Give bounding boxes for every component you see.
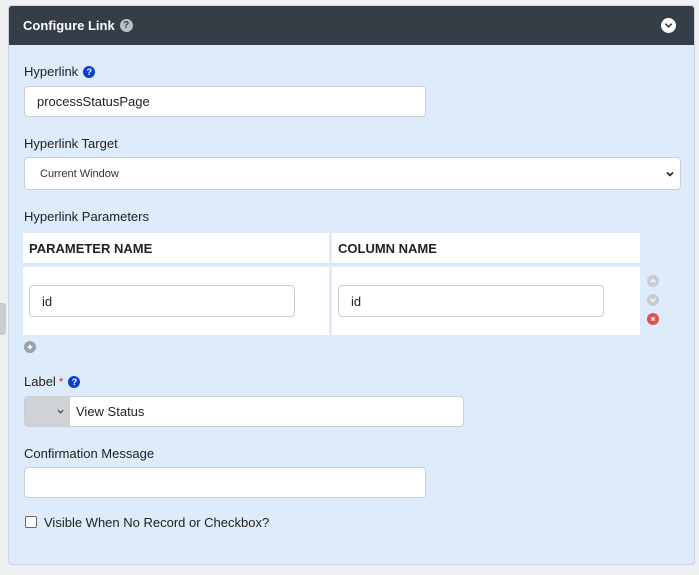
move-up-icon[interactable] (647, 275, 659, 287)
required-marker: * (58, 374, 64, 389)
parameters-table: PARAMETER NAME COLUMN NAME id id (23, 233, 640, 335)
configure-link-panel: Configure Link ? Hyperlink ? processStat… (8, 5, 695, 565)
hyperlink-target-label: Hyperlink Target (24, 136, 118, 151)
hyperlink-parameters-label: Hyperlink Parameters (24, 209, 149, 224)
hyperlink-label: Hyperlink ? (24, 64, 96, 79)
hyperlink-target-select[interactable]: Current Window (24, 157, 681, 190)
label-help-icon[interactable]: ? (68, 375, 81, 388)
hyperlink-input[interactable]: processStatusPage (24, 86, 426, 117)
parameter-name-input[interactable]: id (29, 285, 295, 317)
label-input[interactable]: View Status (76, 397, 144, 426)
label-input-group: View Status (24, 396, 464, 427)
label-field-label: Label * ? (24, 374, 81, 389)
chevron-down-icon (57, 409, 64, 414)
question-circle-icon[interactable]: ? (119, 19, 133, 32)
side-collapse-handle[interactable] (0, 303, 6, 335)
confirmation-message-input[interactable] (24, 467, 426, 498)
chevron-down-circle-icon[interactable] (661, 18, 676, 33)
hyperlink-help-icon[interactable]: ? (83, 65, 96, 78)
label-type-dropdown[interactable] (25, 397, 70, 426)
column-name-input[interactable]: id (338, 285, 604, 317)
move-down-icon[interactable] (647, 294, 659, 306)
visible-when-no-record-label: Visible When No Record or Checkbox? (44, 515, 270, 530)
column-header-parameter-name: PARAMETER NAME (23, 233, 329, 265)
panel-header[interactable]: Configure Link ? (9, 6, 694, 45)
column-header-column-name: COLUMN NAME (332, 233, 640, 265)
confirmation-message-label: Confirmation Message (24, 446, 155, 461)
chevron-down-icon (666, 171, 674, 177)
visible-when-no-record-checkbox[interactable] (25, 516, 37, 528)
table-cell: id (23, 267, 329, 335)
table-cell: id (332, 267, 640, 335)
add-parameter-icon[interactable] (24, 341, 36, 353)
delete-row-icon[interactable] (647, 313, 659, 325)
panel-title: Configure Link (23, 18, 115, 33)
